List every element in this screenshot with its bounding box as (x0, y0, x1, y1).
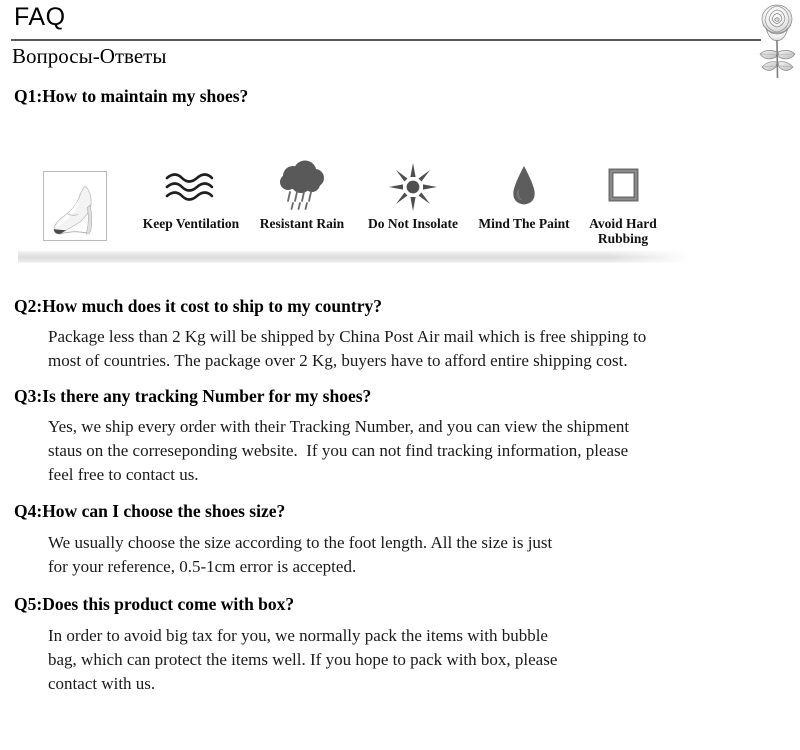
faq-question-1: Q1:How to maintain my shoes? (14, 86, 249, 106)
answer-line: In order to avoid big tax for you, we no… (48, 626, 548, 645)
hollow-square-icon (558, 158, 688, 216)
faq-question-5: Q5:Does this product come with box? (14, 594, 295, 614)
faq-question-4: Q4:How can I choose the shoes size? (14, 501, 286, 521)
faq-question-3: Q3:Is there any tracking Number for my s… (14, 386, 372, 406)
answer-line: Package less than 2 Kg will be shipped b… (48, 327, 647, 346)
faq-answer-4: We usually choose the size according to … (48, 531, 552, 579)
answer-line: We usually choose the size according to … (48, 533, 553, 552)
answer-line: contact with us. (48, 674, 156, 693)
answer-line: for your reference, 0.5-1cm error is acc… (48, 557, 357, 576)
answer-line: most of countries. The package over 2 Kg… (48, 351, 628, 370)
care-label-avoid-hard-rubbing: Avoid Hard Rubbing (589, 216, 657, 246)
faq-answer-5: In order to avoid big tax for you, we no… (48, 624, 557, 696)
faq-answer-2: Package less than 2 Kg will be shipped b… (48, 325, 646, 373)
faq-answer-3: Yes, we ship every order with their Trac… (48, 415, 629, 487)
page-subtitle: Вопросы-Ответы (12, 44, 167, 68)
care-item-avoid-hard-rubbing: Avoid Hard Rubbing (558, 158, 688, 246)
section-divider-band (18, 250, 690, 263)
faq-question-2: Q2:How much does it cost to ship to my c… (14, 296, 382, 316)
answer-line: feel free to contact us. (48, 465, 199, 484)
white-high-heel-shoe-image (44, 172, 106, 240)
answer-line: staus on the correseponding website. If … (48, 441, 629, 460)
shoe-care-icon-strip: Keep Ventilation Resistant Rain Do Not I… (0, 150, 800, 265)
product-image-box (43, 171, 107, 241)
rose-sketch-icon (755, 0, 800, 80)
page-title: FAQ (14, 3, 66, 31)
answer-line: bag, which can protect the items well. I… (48, 650, 558, 669)
answer-line: Yes, we ship every order with their Trac… (48, 417, 630, 436)
header-divider (11, 39, 761, 41)
